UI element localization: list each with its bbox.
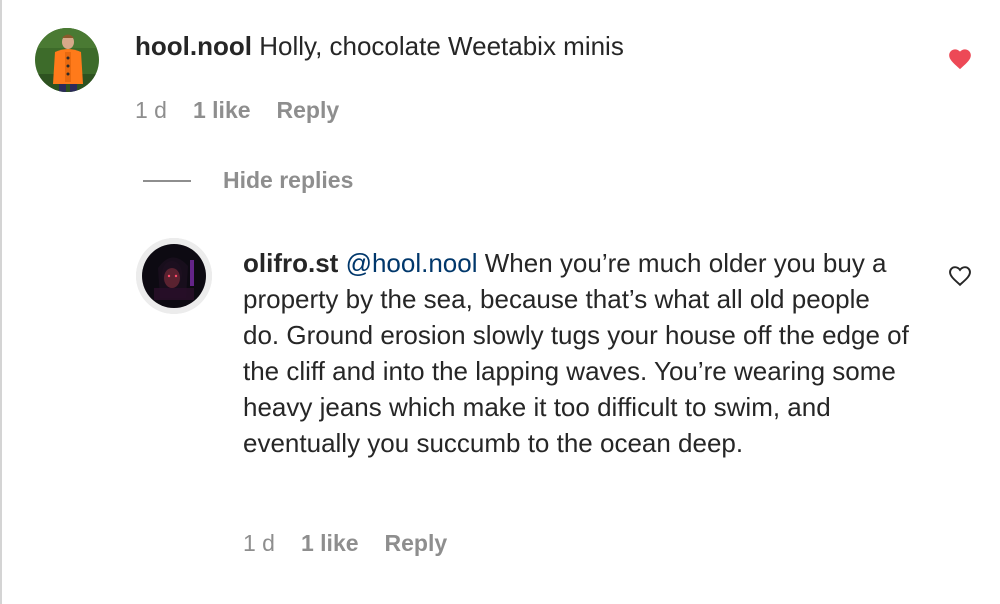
reply-timestamp: 1 d	[243, 530, 275, 556]
hide-replies-button[interactable]: Hide replies	[143, 167, 353, 194]
comment-text: Holly, chocolate Weetabix minis	[259, 31, 624, 61]
reply-body: olifro.st @hool.nool When you’re much ol…	[243, 245, 913, 461]
heart-filled-icon[interactable]	[947, 46, 973, 70]
comment-username[interactable]: hool.nool	[135, 31, 252, 61]
comment-reply-button[interactable]: Reply	[277, 97, 340, 124]
hide-replies-label: Hide replies	[223, 167, 354, 193]
hide-replies-divider	[143, 179, 191, 182]
comment-likes-count[interactable]: 1 like	[193, 97, 251, 124]
avatar-hool-nool[interactable]	[35, 28, 99, 92]
comment-meta: 1 d 1 like Reply	[135, 97, 339, 124]
reply-text: When you’re much older you buy a propert…	[243, 248, 909, 458]
reply-likes-count[interactable]: 1 like	[301, 530, 359, 557]
reply-username[interactable]: olifro.st	[243, 248, 338, 278]
comment-body: hool.nool Holly, chocolate Weetabix mini…	[135, 28, 915, 64]
left-border	[0, 0, 2, 604]
heart-outline-icon[interactable]	[947, 263, 973, 287]
avatar-olifro-st[interactable]	[136, 238, 212, 314]
reply-meta: 1 d 1 like Reply	[243, 530, 447, 557]
reply-reply-button[interactable]: Reply	[385, 530, 448, 557]
reply-mention-link[interactable]: @hool.nool	[346, 248, 478, 278]
comment-timestamp: 1 d	[135, 97, 167, 123]
